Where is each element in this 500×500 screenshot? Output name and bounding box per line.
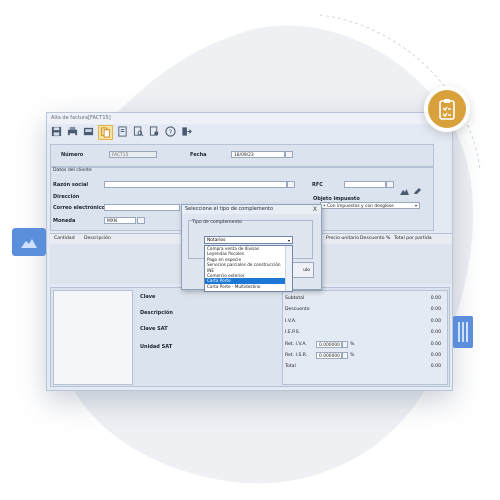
printer-icon[interactable] bbox=[82, 125, 95, 138]
badge-container bbox=[424, 86, 470, 132]
ret-isr-rate-field[interactable]: 0.000000 bbox=[316, 352, 342, 359]
iva-value: 0.00 bbox=[430, 319, 441, 324]
dropdown-scrollbar[interactable] bbox=[285, 246, 292, 291]
fecha-field[interactable]: 18/09/23 bbox=[231, 151, 285, 158]
moneda-label: Moneda bbox=[53, 218, 76, 224]
help-icon[interactable]: ? bbox=[164, 125, 177, 138]
barcode-icon bbox=[453, 316, 473, 348]
settings-doc-icon[interactable] bbox=[148, 125, 161, 138]
mountain-icon[interactable] bbox=[400, 180, 409, 199]
image-icon bbox=[12, 228, 46, 256]
list-item[interactable]: Carta Porte - Multidestino bbox=[205, 284, 292, 289]
razon-social-label: Razón social bbox=[53, 182, 89, 188]
total-row: Total 0.00 bbox=[285, 364, 445, 369]
rfc-field[interactable] bbox=[344, 181, 386, 188]
objeto-select[interactable]: • Con impuestos y con desglose bbox=[320, 202, 420, 209]
direccion-label: Dirección bbox=[53, 194, 80, 200]
save-icon[interactable] bbox=[50, 125, 63, 138]
razon-social-field[interactable] bbox=[104, 181, 287, 188]
product-image bbox=[53, 290, 133, 385]
total-label: Total bbox=[285, 364, 296, 369]
descuento-label: Descuento bbox=[285, 307, 310, 312]
numero-field[interactable]: FACT15 bbox=[109, 151, 157, 158]
ret-iva-stepper[interactable] bbox=[342, 341, 348, 348]
ret-isr-row: Ret. I.S.R. 0.00 bbox=[285, 353, 445, 358]
moneda-field[interactable]: MXN bbox=[104, 217, 136, 224]
chevron-down-icon[interactable]: ▾ bbox=[415, 203, 417, 208]
selected-complement: Notarios bbox=[207, 238, 226, 243]
col-cantidad[interactable]: Cantidad bbox=[54, 236, 75, 241]
subtotal-row: Subtotal 0.00 bbox=[285, 296, 445, 301]
subtotal-label: Subtotal bbox=[285, 296, 305, 301]
window-title: Alta de factura[FACT15] bbox=[47, 113, 452, 124]
ret-isr-label: Ret. I.S.R. bbox=[285, 353, 308, 358]
group-label: Tipo de complemento bbox=[192, 220, 242, 225]
ret-isr-stepper[interactable] bbox=[342, 352, 348, 359]
svg-text:?: ? bbox=[169, 128, 172, 136]
col-total[interactable]: Total por partida bbox=[394, 236, 432, 241]
total-value: 0.00 bbox=[430, 364, 441, 369]
document-icon[interactable] bbox=[116, 125, 129, 138]
ret-iva-percent: % bbox=[350, 342, 355, 347]
rfc-label: RFC bbox=[312, 182, 323, 188]
ret-iva-label: Ret. I.V.A. bbox=[285, 342, 307, 347]
iva-row: I.V.A. 0.00 bbox=[285, 319, 445, 324]
complement-dropdown-list: Compra venta de divisas Leyendas fiscale… bbox=[204, 245, 293, 292]
correo-field[interactable] bbox=[104, 204, 180, 211]
complement-select[interactable]: Notarios ▾ bbox=[204, 236, 293, 244]
calendar-icon[interactable] bbox=[285, 151, 293, 158]
chevron-down-icon[interactable]: ▾ bbox=[288, 237, 290, 245]
client-section-label: Datos del cliente bbox=[53, 168, 92, 173]
correo-label: Correo electrónico bbox=[53, 205, 106, 211]
exit-icon[interactable] bbox=[180, 125, 193, 138]
subtotal-value: 0.00 bbox=[430, 296, 441, 301]
col-descripcion[interactable]: Descripción bbox=[84, 236, 111, 241]
ieps-value: 0.00 bbox=[430, 330, 441, 335]
ret-iva-value: 0.00 bbox=[430, 342, 441, 347]
search-doc-icon[interactable] bbox=[132, 125, 145, 138]
ret-isr-value: 0.00 bbox=[430, 353, 441, 358]
ieps-row: I.E.P.S. 0.00 bbox=[285, 330, 445, 335]
numero-label: Número bbox=[61, 152, 84, 158]
fecha-label: Fecha bbox=[190, 152, 207, 158]
ieps-label: I.E.P.S. bbox=[285, 330, 301, 335]
ret-isr-percent: % bbox=[350, 353, 355, 358]
descuento-value: 0.00 bbox=[430, 307, 441, 312]
clave-sat-label: Clave SAT bbox=[140, 326, 168, 332]
clave-label: Clave bbox=[140, 294, 156, 300]
edit-icon[interactable] bbox=[413, 180, 422, 199]
unidad-sat-label: Unidad SAT bbox=[140, 344, 173, 350]
dialog-title: Seleccione el tipo de complemento bbox=[182, 205, 321, 214]
list-item[interactable]: Servicios parciales de construcción bbox=[205, 262, 292, 267]
close-icon[interactable]: X bbox=[313, 206, 317, 213]
ret-iva-rate-field[interactable]: 0.000000 bbox=[316, 341, 342, 348]
ret-iva-row: Ret. I.V.A. 0.00 bbox=[285, 342, 445, 347]
id-card-icon[interactable] bbox=[386, 181, 394, 188]
totals-box bbox=[282, 290, 448, 385]
clipboard-check-icon bbox=[428, 90, 466, 128]
print-icon[interactable] bbox=[66, 125, 79, 138]
search-icon[interactable] bbox=[287, 181, 295, 188]
col-precio[interactable]: Precio unitario bbox=[326, 236, 359, 241]
descuento-row: Descuento 0.00 bbox=[285, 307, 445, 312]
descripcion-label: Descripción bbox=[140, 310, 173, 316]
iva-label: I.V.A. bbox=[285, 319, 297, 324]
moneda-search-icon[interactable] bbox=[137, 217, 145, 224]
col-descuento[interactable]: Descuento % bbox=[360, 236, 390, 241]
copy-doc-icon[interactable] bbox=[98, 125, 113, 140]
toolbar: ? bbox=[50, 125, 193, 141]
